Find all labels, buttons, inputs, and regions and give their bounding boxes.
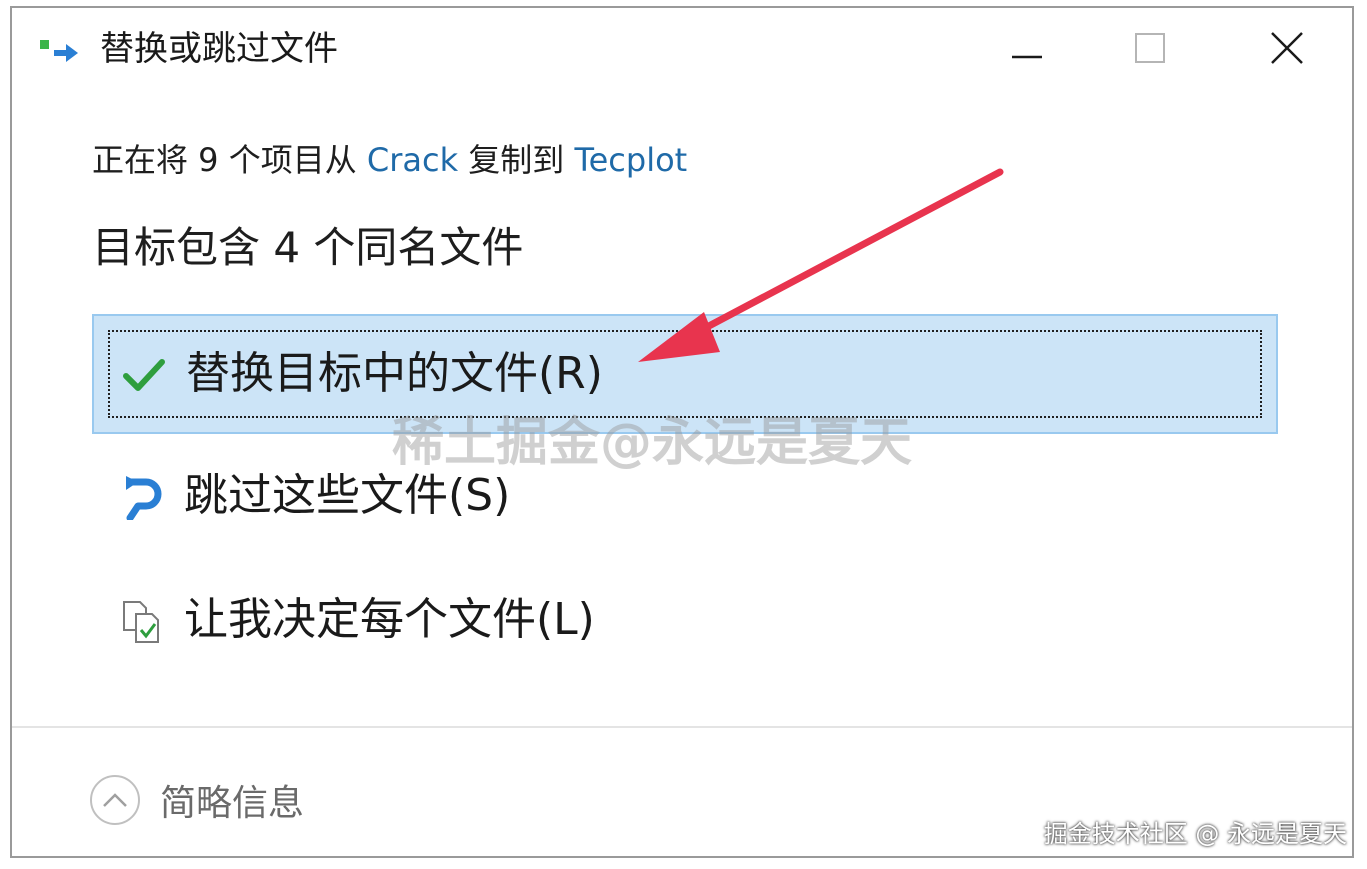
fewer-details-button[interactable]: 简略信息	[90, 770, 304, 830]
replace-files-label: 替换目标中的文件(R)	[186, 348, 603, 399]
copy-summary: 正在将 9 个项目从 Crack 复制到 Tecplot	[92, 138, 687, 182]
replace-files-option[interactable]: 替换目标中的文件(R)	[92, 314, 1278, 434]
maximize-icon	[1135, 33, 1165, 63]
footer-divider	[12, 726, 1352, 728]
close-icon	[1271, 32, 1303, 64]
window-title: 替换或跳过文件	[100, 29, 338, 69]
decide-each-file-label: 让我决定每个文件(L)	[184, 594, 595, 645]
summary-prefix: 正在将 9 个项目从	[92, 141, 367, 179]
destination-folder-link[interactable]: Tecplot	[574, 141, 687, 179]
replace-or-skip-dialog: 替换或跳过文件 正在将 9 个项目从 Crack 复制到 Tecplot 目标包…	[10, 6, 1354, 858]
minimize-icon	[1012, 55, 1042, 59]
fewer-details-label: 简略信息	[160, 783, 305, 824]
close-button[interactable]	[1252, 18, 1322, 78]
chevron-up-icon	[90, 775, 140, 825]
summary-middle: 复制到	[458, 141, 575, 179]
checkmark-icon	[122, 354, 166, 398]
decide-each-file-option[interactable]: 让我决定每个文件(L)	[92, 562, 1278, 682]
compare-files-icon	[120, 600, 164, 644]
skip-arrow-icon	[120, 476, 164, 522]
source-folder-link[interactable]: Crack	[367, 141, 458, 179]
skip-files-label: 跳过这些文件(S)	[184, 470, 511, 521]
minimize-button[interactable]	[992, 18, 1062, 78]
skip-files-option[interactable]: 跳过这些文件(S)	[92, 438, 1278, 558]
conflict-heading: 目标包含 4 个同名文件	[92, 223, 524, 272]
file-move-icon	[40, 36, 88, 66]
maximize-button[interactable]	[1115, 18, 1185, 78]
title-bar: 替换或跳过文件	[12, 8, 1352, 88]
